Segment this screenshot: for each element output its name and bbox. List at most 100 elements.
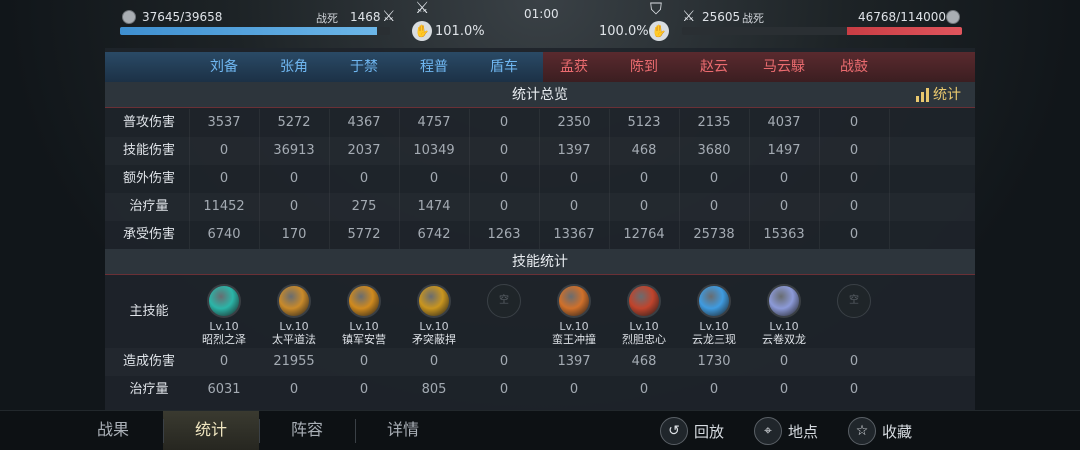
hero-header-6: 陈到 [630, 59, 658, 75]
grid-divider [329, 165, 330, 193]
skill-level: Lv.10 [559, 320, 589, 333]
skill-icon [627, 284, 661, 318]
skill-cell[interactable]: Lv.10 太平道法 [259, 284, 329, 347]
skills-title: 技能统计 [512, 254, 568, 270]
tab-separator [355, 419, 356, 443]
stat-value: 0 [709, 382, 719, 397]
grid-divider [749, 193, 750, 221]
overview-row: 承受伤害 6740 170 5772 6742 1263 13367 12764 25738 15… [105, 221, 975, 249]
stat-value: 468 [631, 143, 657, 158]
stat-value: 1263 [487, 227, 521, 242]
skill-name: 昭烈之泽 [202, 333, 246, 346]
grid-divider [679, 137, 680, 165]
right-troops-icon [946, 10, 960, 24]
skill-icon [277, 284, 311, 318]
skill-cell[interactable]: Lv.10 烈胆忠心 [609, 284, 679, 347]
skill-name: 云卷双龙 [762, 333, 806, 346]
skill-name: 镇军安营 [342, 333, 386, 346]
stat-value: 1397 [557, 143, 591, 158]
grid-divider [469, 221, 470, 249]
row-label: 额外伤害 [122, 171, 175, 186]
grid-divider [889, 221, 890, 249]
stat-value: 0 [359, 382, 369, 397]
grid-divider [609, 193, 610, 221]
grid-divider [259, 165, 260, 193]
grid-divider [679, 193, 680, 221]
stat-value: 0 [499, 199, 509, 214]
tab-separator [259, 419, 260, 443]
grid-divider [609, 109, 610, 137]
grid-divider [539, 165, 540, 193]
grid-divider [399, 165, 400, 193]
hero-header-9: 战鼓 [840, 59, 868, 75]
right-morale-icon: ✋ [649, 21, 669, 41]
grid-divider [819, 193, 820, 221]
stat-value: 25738 [693, 227, 735, 242]
replay-button[interactable]: ↺ 回放 [660, 415, 724, 447]
stat-value: 0 [849, 171, 859, 186]
tab-0[interactable]: 战果 [65, 411, 161, 450]
overview-row: 额外伤害 0 0 0 0 0 0 0 0 0 0 [105, 165, 975, 193]
skill-cell[interactable]: Lv.10 云卷双龙 [749, 284, 819, 347]
skill-cell[interactable]: Lv.10 云龙三现 [679, 284, 749, 347]
empty-skill-slot-icon: 空 [837, 284, 871, 318]
grid-divider [819, 165, 820, 193]
overview-section-title: 统计总览 统计 [105, 82, 975, 108]
favorite-label: 收藏 [882, 422, 913, 441]
right-morale: 100.0% [599, 24, 649, 39]
stat-value: 170 [281, 227, 307, 242]
skills-section-title: 技能统计 [105, 249, 975, 275]
row-label: 造成伤害 [122, 354, 175, 369]
stat-value: 0 [429, 354, 439, 369]
favorite-button[interactable]: ☆ 收藏 [848, 415, 912, 447]
skill-level: Lv.10 [209, 320, 239, 333]
stat-value: 0 [499, 382, 509, 397]
skill-cell[interactable]: Lv.10 镇军安营 [329, 284, 399, 347]
overview-row: 技能伤害 0 36913 2037 10349 0 1397 468 3680 1497 0 [105, 137, 975, 165]
tab-1[interactable]: 统计 [163, 411, 259, 450]
right-dead-value: 25605 [702, 10, 741, 24]
bottom-navigation: 战果 统计 阵容 详情 ↺ 回放 ⌖ 地点 ☆ 收藏 [0, 410, 1080, 450]
grid-divider [399, 193, 400, 221]
stat-value: 0 [289, 171, 299, 186]
grid-divider [749, 221, 750, 249]
hero-header-4: 盾车 [490, 59, 518, 75]
tab-2[interactable]: 阵容 [259, 411, 355, 450]
left-hp-text: 37645/39658 [142, 10, 223, 24]
stat-value: 5123 [627, 115, 661, 130]
stat-value: 6031 [207, 382, 241, 397]
hero-header-8: 马云騄 [763, 59, 805, 75]
stat-value: 4367 [347, 115, 381, 130]
skill-cell[interactable]: Lv.10 矛突蔽捍 [399, 284, 469, 347]
grid-divider [609, 165, 610, 193]
grid-divider [819, 109, 820, 137]
grid-divider [469, 137, 470, 165]
stat-value: 0 [219, 171, 229, 186]
skill-icon [767, 284, 801, 318]
location-button[interactable]: ⌖ 地点 [754, 415, 818, 447]
grid-divider [539, 137, 540, 165]
skill-cell[interactable]: Lv.10 蛮王冲撞 [539, 284, 609, 347]
grid-divider [259, 137, 260, 165]
stat-value: 805 [421, 382, 447, 397]
tab-3[interactable]: 详情 [355, 411, 451, 450]
stat-value: 0 [709, 171, 719, 186]
grid-divider [889, 193, 890, 221]
stat-value: 0 [359, 354, 369, 369]
skill-cell[interactable]: Lv.10 昭烈之泽 [189, 284, 259, 347]
grid-divider [889, 109, 890, 137]
stat-value: 0 [849, 382, 859, 397]
stat-value: 21955 [273, 354, 315, 369]
skill-level: Lv.10 [769, 320, 799, 333]
skill-icon [207, 284, 241, 318]
stat-chart-button[interactable]: 统计 [916, 82, 961, 108]
left-morale: 101.0% [435, 24, 485, 39]
skill-cell: 空 [819, 284, 889, 318]
row-label: 普攻伤害 [122, 115, 175, 130]
grid-divider [469, 193, 470, 221]
stat-value: 1474 [417, 199, 451, 214]
skill-level: Lv.10 [349, 320, 379, 333]
stat-value: 0 [709, 199, 719, 214]
left-dead-label: 战死 [316, 12, 338, 25]
grid-divider [329, 109, 330, 137]
